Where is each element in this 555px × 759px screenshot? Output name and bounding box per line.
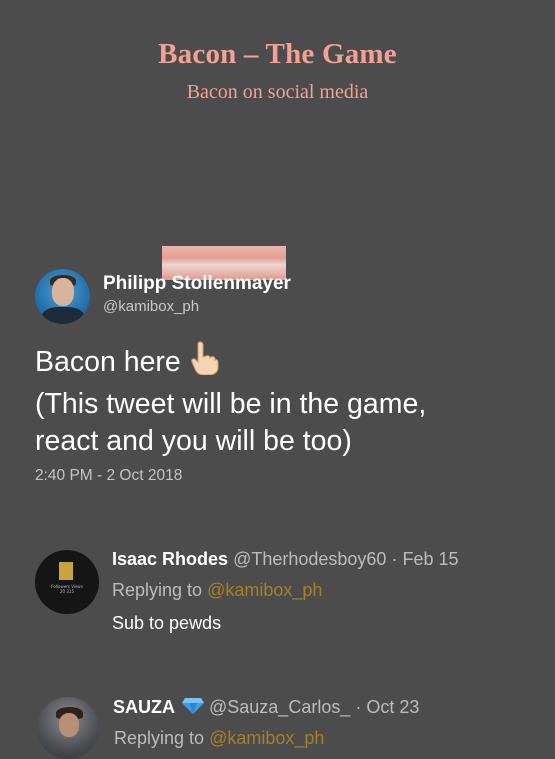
pointing-hand-icon: [189, 341, 219, 386]
avatar-face: [59, 713, 79, 737]
reply-context: Replying to @kamibox_ph: [114, 728, 324, 749]
reply-author-handle[interactable]: @Therhodesboy60: [233, 549, 386, 569]
avatar-badge-icon: [59, 562, 73, 580]
replying-mention-link[interactable]: @kamibox_ph: [207, 580, 322, 600]
avatar-shirt: [42, 307, 84, 324]
reply-date: · Feb 15: [391, 549, 459, 569]
replying-label: Replying to: [114, 728, 205, 748]
replying-mention-link[interactable]: @kamibox_ph: [209, 728, 324, 748]
reply-header: SAUZA @Sauza_Carlos_ · Oct 23: [113, 697, 419, 720]
tweet-line-1: Bacon here: [35, 341, 426, 386]
reply-date: · Oct 23: [355, 697, 420, 717]
tweet-line-1-text: Bacon here: [35, 346, 181, 378]
blue-diamond-icon: [181, 697, 205, 720]
tweet-timestamp: 2:40 PM - 2 Oct 2018: [35, 467, 183, 484]
reply-author-handle[interactable]: @Sauza_Carlos_: [209, 697, 350, 717]
reply-author-name[interactable]: SAUZA: [113, 697, 175, 717]
game-subtitle: Bacon on social media: [186, 81, 369, 103]
author-name[interactable]: Philipp Stollenmayer: [103, 273, 291, 295]
reply-text: Sub to pewds: [112, 613, 222, 633]
tweet-line-3: react and you will be too): [35, 425, 352, 457]
reply-avatar[interactable]: [37, 697, 99, 759]
game-title: Bacon – The Game: [158, 38, 397, 70]
reply-avatar[interactable]: Followers Views 20 315: [35, 550, 99, 614]
reply-author-name[interactable]: Isaac Rhodes: [112, 549, 228, 569]
tweet-line-2: (This tweet will be in the game,: [35, 387, 427, 420]
author-avatar[interactable]: [35, 269, 90, 324]
avatar-caption: Followers Views 20 315: [51, 584, 83, 594]
reply-context: Replying to @kamibox_ph: [112, 580, 322, 601]
author-handle[interactable]: @kamibox_ph: [103, 298, 199, 315]
tweet-text: Bacon here (This tweet will be in the ga…: [35, 341, 426, 461]
reply-header: Isaac Rhodes @Therhodesboy60 · Feb 15: [112, 549, 459, 570]
avatar-face: [52, 278, 74, 306]
replying-label: Replying to: [112, 580, 203, 600]
